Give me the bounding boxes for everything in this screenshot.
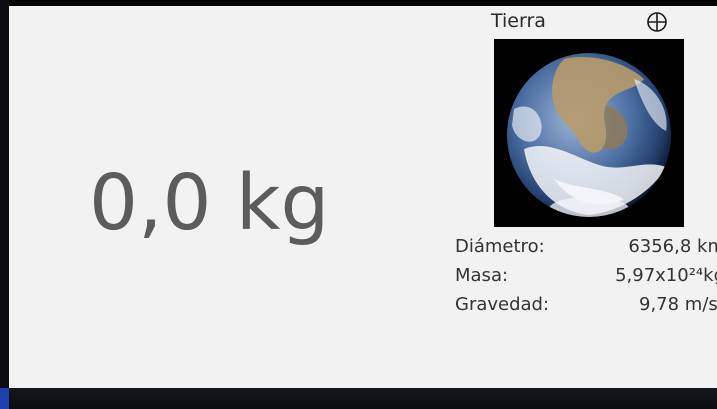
diameter-label: Diámetro: xyxy=(455,236,545,257)
info-row-gravity: Gravedad: 9,78 m/s² xyxy=(455,290,717,319)
diameter-value: 6356,8 km xyxy=(628,236,717,257)
planet-image xyxy=(494,39,684,227)
earth-symbol-icon xyxy=(647,12,667,32)
info-row-diameter: Diámetro: 6356,8 km xyxy=(455,232,717,261)
launcher-corner xyxy=(0,388,9,409)
gravity-value: 9,78 m/s² xyxy=(639,294,717,315)
info-row-mass: Masa: 5,97x10²⁴kg xyxy=(455,261,717,290)
weight-display: 0,0 kg xyxy=(89,159,330,248)
window-left-edge xyxy=(0,0,9,409)
planet-name: Tierra xyxy=(491,10,546,32)
window-bottom-edge xyxy=(0,388,717,409)
mass-value: 5,97x10²⁴kg xyxy=(615,265,717,286)
gravity-label: Gravedad: xyxy=(455,294,550,315)
mass-label: Masa: xyxy=(455,265,509,286)
planet-info: Diámetro: 6356,8 km Masa: 5,97x10²⁴kg Gr… xyxy=(455,232,717,319)
scale-panel: 0,0 kg Tierra Diámetro: 6356,8 km Masa: … xyxy=(9,6,717,388)
